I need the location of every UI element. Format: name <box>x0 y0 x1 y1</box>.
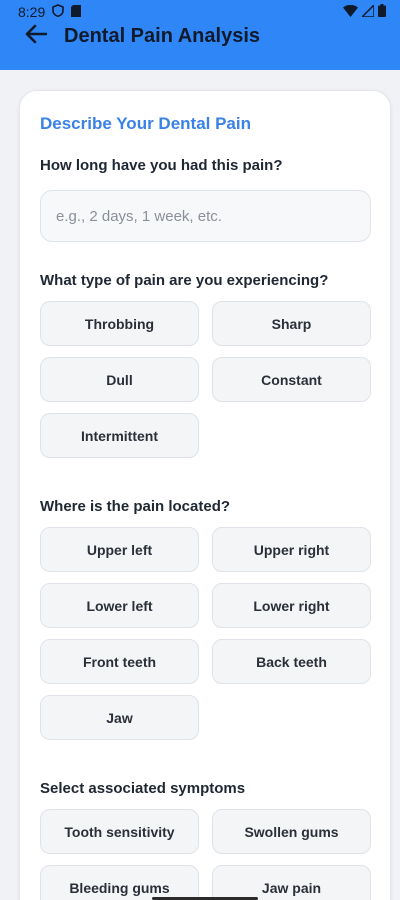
pain-type-option-constant[interactable]: Constant <box>212 357 371 402</box>
pain-type-option-sharp[interactable]: Sharp <box>212 301 371 346</box>
location-option-jaw[interactable]: Jaw <box>40 695 199 740</box>
pain-form-card: Describe Your Dental Pain How long have … <box>19 90 391 900</box>
pain-type-option-intermittent[interactable]: Intermittent <box>40 413 199 458</box>
duration-label: How long have you had this pain? <box>40 157 283 174</box>
back-button[interactable] <box>22 22 50 50</box>
location-option-upper-left[interactable]: Upper left <box>40 527 199 572</box>
pain-type-option-throbbing[interactable]: Throbbing <box>40 301 199 346</box>
pain-type-label: What type of pain are you experiencing? <box>40 272 329 289</box>
symptom-option-jaw-pain[interactable]: Jaw pain <box>212 865 371 900</box>
card-title: Describe Your Dental Pain <box>40 114 251 133</box>
location-option-back-teeth[interactable]: Back teeth <box>212 639 371 684</box>
location-option-upper-right[interactable]: Upper right <box>212 527 371 572</box>
location-label: Where is the pain located? <box>40 498 231 515</box>
location-option-lower-left[interactable]: Lower left <box>40 583 199 628</box>
pain-type-option-dull[interactable]: Dull <box>40 357 199 402</box>
symptom-option-swollen-gums[interactable]: Swollen gums <box>212 809 371 854</box>
app-bar: 8:29 Dental Pain Analysis <box>0 0 400 70</box>
toolbar: Dental Pain Analysis <box>0 18 400 54</box>
location-options: Upper left Upper right Lower left Lower … <box>40 527 371 740</box>
symptom-option-tooth-sensitivity[interactable]: Tooth sensitivity <box>40 809 199 854</box>
page-title: Dental Pain Analysis <box>64 24 260 47</box>
duration-input[interactable] <box>56 207 355 225</box>
location-option-front-teeth[interactable]: Front teeth <box>40 639 199 684</box>
location-option-lower-right[interactable]: Lower right <box>212 583 371 628</box>
symptom-options: Tooth sensitivity Swollen gums Bleeding … <box>40 809 371 900</box>
arrow-left-icon <box>25 24 48 49</box>
duration-input-container <box>40 190 371 242</box>
symptoms-label: Select associated symptoms <box>40 780 246 797</box>
pain-type-options: Throbbing Sharp Dull Constant Intermitte… <box>40 301 371 458</box>
symptom-option-bleeding-gums[interactable]: Bleeding gums <box>40 865 199 900</box>
